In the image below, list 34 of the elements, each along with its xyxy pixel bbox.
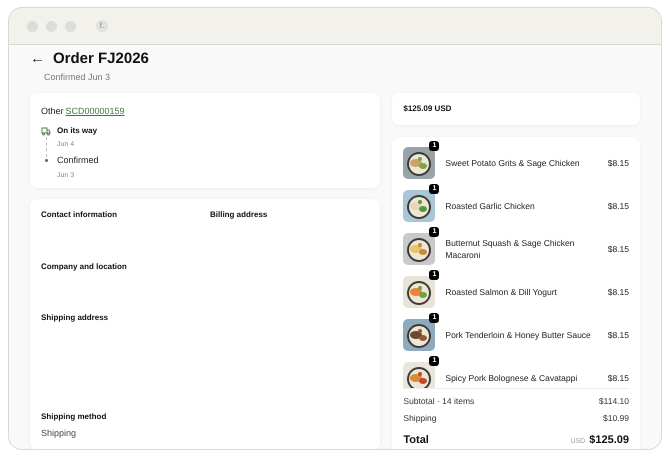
page-title: Order FJ2026	[53, 49, 149, 69]
item-name: Sweet Potato Grits & Sage Chicken	[445, 157, 581, 169]
item-price: $8.15	[608, 328, 629, 342]
item-price: $8.15	[608, 242, 629, 256]
item-name: Pork Tenderloin & Honey Butter Sauce	[445, 329, 592, 341]
back-button[interactable]: ←	[30, 48, 45, 70]
item-name: Roasted Garlic Chicken	[445, 200, 536, 212]
order-total: $125.09 USD	[403, 103, 452, 115]
section-heading: Company and location	[41, 261, 128, 273]
subtotal-value: $114.10	[598, 395, 629, 408]
shipping-label: Shipping	[403, 412, 436, 424]
truck-icon	[41, 126, 51, 136]
item-price: $8.15	[608, 286, 629, 298]
shipping-method-value: Shipping	[41, 427, 76, 440]
total-label: Total	[403, 432, 429, 448]
status-label: Confirmed	[57, 154, 99, 167]
section-heading: Shipping address	[41, 312, 110, 324]
item-price: $8.15	[608, 372, 629, 384]
tab-icon[interactable]: f.	[96, 20, 108, 32]
section-heading: Billing address	[210, 209, 268, 221]
item-name: Roasted Salmon & Dill Yogurt	[445, 286, 558, 298]
shipping-value: $10.99	[603, 412, 629, 424]
item-price: $8.15	[608, 156, 629, 170]
order-date: Confirmed Jun 3	[44, 70, 112, 84]
item-name: Spicy Pork Bolognese & Cavatappi	[445, 372, 578, 384]
reference-label: Other	[41, 105, 64, 118]
section-heading: Shipping method	[41, 411, 106, 423]
reference-link[interactable]: SCD00000159	[66, 105, 125, 118]
item-name: Butternut Squash & Sage Chicken Macaroni	[445, 237, 576, 261]
status-label: On its way	[57, 124, 98, 136]
section-heading: Contact information	[41, 209, 118, 221]
subtotal-label: Subtotal · 14 items	[403, 395, 474, 408]
item-price: $8.15	[608, 200, 629, 212]
total-value: $125.09	[589, 432, 629, 448]
